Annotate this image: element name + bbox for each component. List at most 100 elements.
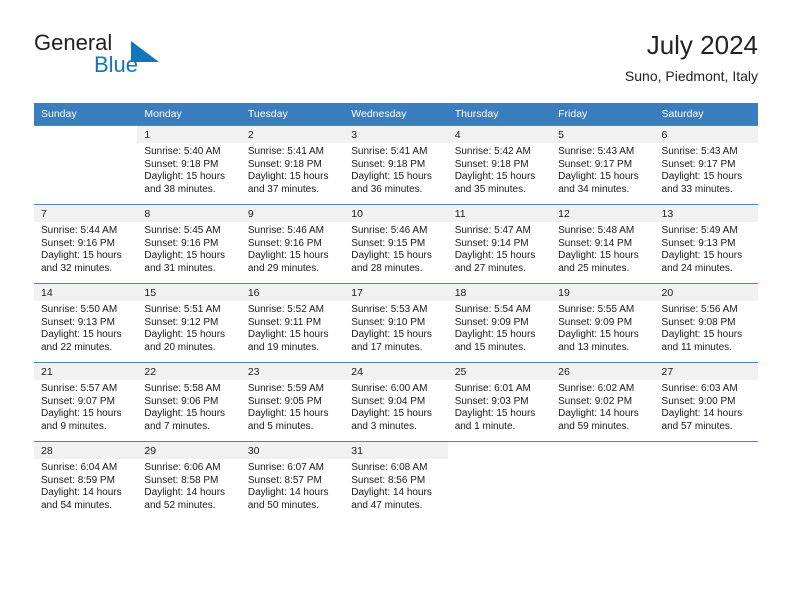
day-number: 30 [240, 442, 345, 459]
title-block: July 2024 Suno, Piedmont, Italy [625, 28, 758, 87]
day-cell[interactable]: 5 Sunrise: 5:43 AM Sunset: 9:17 PM Daylight… [551, 125, 655, 205]
day-details: Sunrise: 5:54 AM Sunset: 9:09 PM Daylight:… [448, 301, 551, 354]
day-cell[interactable]: 21 Sunrise: 5:57 AM Sunset: 9:07 PM Dayligh… [34, 362, 138, 442]
sunrise-time: Sunrise: 5:54 AM [454, 304, 531, 315]
day-cell-inner: 16 Sunrise: 5:52 AM Sunset: 9:11 PM Dayligh… [240, 284, 345, 362]
calendar-week-row: 1 Sunrise: 5:40 AM Sunset: 9:18 PM Daylight… [34, 125, 758, 205]
daylight-duration-line1: Daylight: 15 hours [144, 329, 226, 341]
day-number: 27 [654, 363, 758, 380]
day-details: Sunrise: 5:47 AM Sunset: 9:14 PM Daylight:… [448, 222, 551, 275]
day-cell[interactable]: 3 Sunrise: 5:41 AM Sunset: 9:18 PM Daylight… [344, 125, 448, 205]
day-cell[interactable]: 4 Sunrise: 5:42 AM Sunset: 9:18 PM Daylight… [447, 125, 552, 205]
day-cell[interactable]: 6 Sunrise: 5:43 AM Sunset: 9:17 PM Daylight… [654, 125, 758, 205]
day-number: 2 [240, 126, 345, 143]
weekday-header-saturday: Saturday [654, 103, 758, 126]
page-title: July 2024 [646, 30, 758, 60]
brand-logo[interactable]: General Blue [34, 30, 254, 86]
day-cell-inner: 31 Sunrise: 6:08 AM Sunset: 8:56 PM Dayligh… [344, 442, 448, 520]
day-cell-inner: 27 Sunrise: 6:03 AM Sunset: 9:00 PM Dayligh… [654, 363, 758, 441]
day-number: 15 [137, 284, 241, 301]
day-cell[interactable]: 10 Sunrise: 5:46 AM Sunset: 9:15 PM Dayligh… [344, 204, 448, 284]
daylight-duration-line2: and 34 minutes. [558, 183, 630, 195]
day-cell-inner: 30 Sunrise: 6:07 AM Sunset: 8:57 PM Dayligh… [240, 442, 345, 520]
sunrise-time: Sunrise: 5:51 AM [144, 304, 221, 315]
day-details: Sunrise: 5:56 AM Sunset: 9:08 PM Daylight:… [655, 301, 758, 354]
day-cell[interactable]: 27 Sunrise: 6:03 AM Sunset: 9:00 PM Dayligh… [654, 362, 758, 442]
day-cell[interactable]: 12 Sunrise: 5:48 AM Sunset: 9:14 PM Dayligh… [551, 204, 655, 284]
daylight-duration-line2: and 52 minutes. [144, 499, 216, 511]
day-cell-empty [447, 441, 552, 520]
day-cell[interactable]: 22 Sunrise: 5:58 AM Sunset: 9:06 PM Dayligh… [137, 362, 241, 442]
daylight-duration-line2: and 22 minutes. [41, 341, 113, 353]
day-details: Sunrise: 5:40 AM Sunset: 9:18 PM Daylight:… [137, 143, 240, 196]
day-number [34, 126, 138, 143]
day-cell[interactable]: 19 Sunrise: 5:55 AM Sunset: 9:09 PM Dayligh… [551, 283, 655, 363]
daylight-duration-line1: Daylight: 15 hours [247, 250, 329, 262]
day-cell-inner: 20 Sunrise: 5:56 AM Sunset: 9:08 PM Dayligh… [654, 284, 758, 362]
sunrise-time: Sunrise: 5:57 AM [41, 383, 118, 394]
day-details: Sunrise: 6:01 AM Sunset: 9:03 PM Daylight:… [448, 380, 551, 433]
sunrise-time: Sunrise: 5:53 AM [351, 304, 428, 315]
sunset-time: Sunset: 8:57 PM [247, 474, 322, 486]
day-cell[interactable]: 31 Sunrise: 6:08 AM Sunset: 8:56 PM Dayligh… [344, 441, 448, 520]
daylight-duration-line2: and 15 minutes. [454, 341, 526, 353]
day-cell[interactable]: 15 Sunrise: 5:51 AM Sunset: 9:12 PM Dayligh… [137, 283, 241, 363]
calendar-week-row: 7 Sunrise: 5:44 AM Sunset: 9:16 PM Daylight… [34, 204, 758, 284]
day-details: Sunrise: 5:50 AM Sunset: 9:13 PM Daylight:… [34, 301, 137, 354]
sunrise-time: Sunrise: 6:06 AM [144, 462, 221, 473]
day-cell[interactable]: 28 Sunrise: 6:04 AM Sunset: 8:59 PM Dayligh… [34, 441, 138, 520]
sunrise-time: Sunrise: 6:00 AM [351, 383, 428, 394]
calendar-body: 1 Sunrise: 5:40 AM Sunset: 9:18 PM Daylight… [34, 125, 758, 520]
day-cell[interactable]: 14 Sunrise: 5:50 AM Sunset: 9:13 PM Dayligh… [34, 283, 138, 363]
calendar-header-row: Sunday Monday Tuesday Wednesday Thursday… [34, 103, 758, 126]
weekday-header-thursday: Thursday [447, 103, 552, 126]
day-cell-inner [447, 442, 552, 520]
day-cell[interactable]: 24 Sunrise: 6:00 AM Sunset: 9:04 PM Dayligh… [344, 362, 448, 442]
day-cell-inner: 22 Sunrise: 5:58 AM Sunset: 9:06 PM Dayligh… [137, 363, 241, 441]
day-cell[interactable]: 11 Sunrise: 5:47 AM Sunset: 9:14 PM Dayligh… [447, 204, 552, 284]
day-cell[interactable]: 26 Sunrise: 6:02 AM Sunset: 9:02 PM Dayligh… [551, 362, 655, 442]
day-cell[interactable]: 7 Sunrise: 5:44 AM Sunset: 9:16 PM Daylight… [34, 204, 138, 284]
daylight-duration-line1: Daylight: 15 hours [144, 250, 226, 262]
daylight-duration-line1: Daylight: 15 hours [351, 408, 432, 420]
daylight-duration-line2: and 7 minutes. [144, 420, 211, 432]
sunrise-time: Sunrise: 5:47 AM [454, 225, 531, 236]
day-cell[interactable]: 16 Sunrise: 5:52 AM Sunset: 9:11 PM Dayligh… [240, 283, 345, 363]
day-details: Sunrise: 5:45 AM Sunset: 9:16 PM Daylight:… [137, 222, 240, 275]
day-cell[interactable]: 25 Sunrise: 6:01 AM Sunset: 9:03 PM Dayligh… [447, 362, 552, 442]
day-details: Sunrise: 6:04 AM Sunset: 8:59 PM Daylight:… [34, 459, 137, 512]
day-cell[interactable]: 2 Sunrise: 5:41 AM Sunset: 9:18 PM Daylight… [240, 125, 345, 205]
daylight-duration-line2: and 57 minutes. [661, 420, 733, 432]
sunset-time: Sunset: 9:16 PM [41, 237, 115, 249]
day-cell[interactable]: 1 Sunrise: 5:40 AM Sunset: 9:18 PM Daylight… [137, 125, 241, 205]
day-number: 20 [654, 284, 758, 301]
day-cell[interactable]: 20 Sunrise: 5:56 AM Sunset: 9:08 PM Dayligh… [654, 283, 758, 363]
daylight-duration-line1: Daylight: 14 hours [41, 487, 122, 499]
day-cell-inner: 24 Sunrise: 6:00 AM Sunset: 9:04 PM Dayligh… [344, 363, 448, 441]
day-details: Sunrise: 5:48 AM Sunset: 9:14 PM Daylight:… [551, 222, 654, 275]
day-cell[interactable]: 23 Sunrise: 5:59 AM Sunset: 9:05 PM Dayligh… [240, 362, 345, 442]
day-details: Sunrise: 6:00 AM Sunset: 9:04 PM Daylight:… [344, 380, 447, 433]
daylight-duration-line2: and 59 minutes. [558, 420, 630, 432]
day-details: Sunrise: 5:43 AM Sunset: 9:17 PM Daylight:… [655, 143, 758, 196]
day-cell[interactable]: 30 Sunrise: 6:07 AM Sunset: 8:57 PM Dayligh… [240, 441, 345, 520]
sunset-time: Sunset: 9:13 PM [41, 316, 115, 328]
day-details [34, 143, 138, 146]
day-cell-inner: 29 Sunrise: 6:06 AM Sunset: 8:58 PM Dayligh… [137, 442, 241, 520]
day-cell-inner: 18 Sunrise: 5:54 AM Sunset: 9:09 PM Dayligh… [447, 284, 552, 362]
day-number [654, 442, 758, 459]
day-cell[interactable]: 29 Sunrise: 6:06 AM Sunset: 8:58 PM Dayligh… [137, 441, 241, 520]
day-cell[interactable]: 17 Sunrise: 5:53 AM Sunset: 9:10 PM Dayligh… [344, 283, 448, 363]
day-number: 21 [34, 363, 138, 380]
day-cell[interactable]: 8 Sunrise: 5:45 AM Sunset: 9:16 PM Daylight… [137, 204, 241, 284]
day-cell[interactable]: 18 Sunrise: 5:54 AM Sunset: 9:09 PM Dayligh… [447, 283, 552, 363]
sunset-time: Sunset: 9:12 PM [144, 316, 219, 328]
day-cell[interactable]: 9 Sunrise: 5:46 AM Sunset: 9:16 PM Daylight… [240, 204, 345, 284]
daylight-duration-line1: Daylight: 15 hours [247, 171, 329, 183]
sunset-time: Sunset: 9:18 PM [247, 158, 322, 170]
sunset-time: Sunset: 9:16 PM [144, 237, 219, 249]
day-cell-inner: 17 Sunrise: 5:53 AM Sunset: 9:10 PM Dayligh… [344, 284, 448, 362]
day-cell[interactable]: 13 Sunrise: 5:49 AM Sunset: 9:13 PM Dayligh… [654, 204, 758, 284]
day-cell-inner: 23 Sunrise: 5:59 AM Sunset: 9:05 PM Dayligh… [240, 363, 345, 441]
daylight-duration-line1: Daylight: 15 hours [144, 408, 226, 420]
